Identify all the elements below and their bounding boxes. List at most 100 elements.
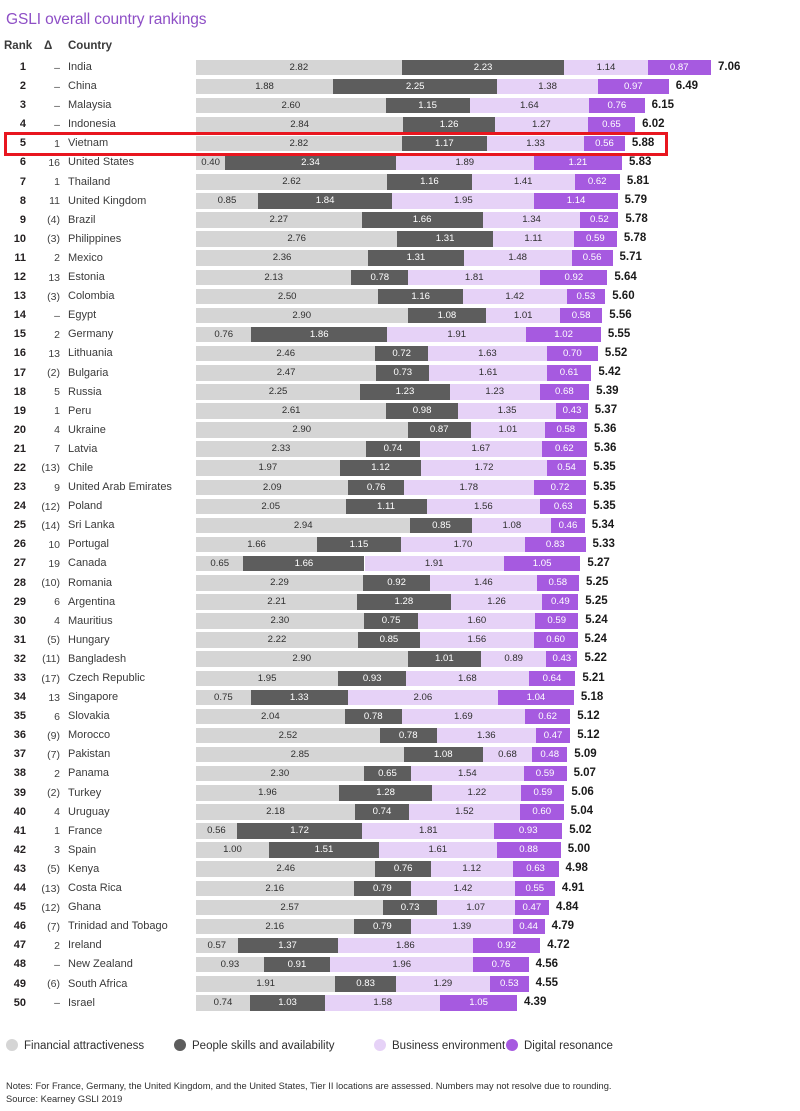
table-row[interactable]: 28 (10) Romania 2.29 0.92 1.46 0.58 5.25 — [0, 574, 800, 593]
bar-segment-value: 1.81 — [418, 825, 438, 837]
table-row[interactable]: 43 (5) Kenya 2.46 0.76 1.12 0.63 4.98 — [0, 860, 800, 879]
bar-segment-people-skills: 1.28 — [338, 785, 433, 801]
stacked-bar: 2.57 0.73 1.07 0.47 — [196, 899, 711, 916]
bar-segment-value: 0.78 — [370, 271, 390, 283]
table-row[interactable]: 25 (14) Sri Lanka 2.94 0.85 1.08 0.46 5.34 — [0, 516, 800, 535]
table-row[interactable]: 17 (2) Bulgaria 2.47 0.73 1.61 0.61 5.42 — [0, 364, 800, 383]
table-row[interactable]: 8 11 United Kingdom 0.85 1.84 1.95 1.14 5.79 — [0, 192, 800, 211]
table-row[interactable]: 16 13 Lithuania 2.46 0.72 1.63 0.70 5.52 — [0, 344, 800, 363]
table-row[interactable]: 39 (2) Turkey 1.96 1.28 1.22 0.59 5.06 — [0, 784, 800, 803]
table-row[interactable]: 45 (12) Ghana 2.57 0.73 1.07 0.47 4.84 — [0, 898, 800, 917]
legend-item-financial[interactable]: Financial attractiveness — [6, 1038, 144, 1054]
table-row[interactable]: 3 – Malaysia 2.60 1.15 1.64 0.76 6.15 — [0, 96, 800, 115]
table-row[interactable]: 42 3 Spain 1.00 1.51 1.61 0.88 5.00 — [0, 841, 800, 860]
table-row[interactable]: 32 (11) Bangladesh 2.90 1.01 0.89 0.43 5.22 — [0, 650, 800, 669]
bar-segment-value: 0.59 — [547, 615, 567, 627]
table-row[interactable]: 7 1 Thailand 2.62 1.16 1.41 0.62 5.81 — [0, 173, 800, 192]
bar-segment-financial-attractiveness: 1.66 — [196, 536, 318, 553]
table-row[interactable]: 24 (12) Poland 2.05 1.11 1.56 0.63 5.35 — [0, 497, 800, 516]
table-row[interactable]: 31 (5) Hungary 2.22 0.85 1.56 0.60 5.24 — [0, 631, 800, 650]
table-row[interactable]: 19 1 Peru 2.61 0.98 1.35 0.43 5.37 — [0, 402, 800, 421]
bar-segment-value: 0.93 — [220, 958, 240, 970]
table-row[interactable]: 18 5 Russia 2.25 1.23 1.23 0.68 5.39 — [0, 383, 800, 402]
bar-segment-value: 1.01 — [498, 424, 518, 436]
table-row[interactable]: 21 7 Latvia 2.33 0.74 1.67 0.62 5.36 — [0, 440, 800, 459]
table-row[interactable]: 36 (9) Morocco 2.52 0.78 1.36 0.47 5.12 — [0, 726, 800, 745]
table-row[interactable]: 40 4 Uruguay 2.18 0.74 1.52 0.60 5.04 — [0, 803, 800, 822]
stacked-bar: 1.91 0.83 1.29 0.53 — [196, 976, 711, 992]
bar-segment-value: 0.47 — [543, 729, 563, 741]
row-total-score: 5.42 — [598, 366, 621, 378]
table-row[interactable]: 5 1 Vietnam 2.82 1.17 1.33 0.56 5.88 — [0, 134, 800, 153]
table-row[interactable]: 11 2 Mexico 2.36 1.31 1.48 0.56 5.71 — [0, 249, 800, 268]
bar-segment-financial-attractiveness: 2.61 — [196, 403, 387, 419]
table-row[interactable]: 29 6 Argentina 2.21 1.28 1.26 0.49 5.25 — [0, 593, 800, 612]
table-row[interactable]: 41 1 France 0.56 1.72 1.81 0.93 5.02 — [0, 822, 800, 841]
stacked-bar: 2.33 0.74 1.67 0.62 — [196, 441, 711, 457]
bar-segment-people-skills: 0.78 — [351, 269, 409, 286]
legend-swatch-digital-icon — [506, 1039, 518, 1051]
bar-segment-people-skills: 1.26 — [403, 116, 496, 133]
table-row[interactable]: 20 4 Ukraine 2.90 0.87 1.01 0.58 5.36 — [0, 421, 800, 440]
legend-item-digital[interactable]: Digital resonance — [506, 1038, 613, 1054]
table-row[interactable]: 26 10 Portugal 1.66 1.15 1.70 0.83 5.33 — [0, 535, 800, 554]
row-total-score: 5.64 — [614, 270, 637, 283]
table-row[interactable]: 15 2 Germany 0.76 1.86 1.91 1.02 5.55 — [0, 325, 800, 344]
table-row[interactable]: 6 16 United States 0.40 2.34 1.89 1.21 5.83 — [0, 153, 800, 172]
table-row[interactable]: 49 (6) South Africa 1.91 0.83 1.29 0.53 4.55 — [0, 975, 800, 994]
table-row[interactable]: 47 2 Ireland 0.57 1.37 1.86 0.92 4.72 — [0, 936, 800, 955]
table-row[interactable]: 44 (13) Costa Rica 2.16 0.79 1.42 0.55 4.91 — [0, 879, 800, 898]
table-row[interactable]: 23 9 United Arab Emirates 2.09 0.76 1.78 0.72 5… — [0, 478, 800, 497]
table-row[interactable]: 9 (4) Brazil 2.27 1.66 1.34 0.52 5.78 — [0, 211, 800, 230]
table-row[interactable]: 4 – Indonesia 2.84 1.26 1.27 0.65 6.02 — [0, 115, 800, 134]
bar-segment-value: 1.08 — [437, 309, 457, 321]
table-row[interactable]: 37 (7) Pakistan 2.85 1.08 0.68 0.48 5.09 — [0, 745, 800, 764]
bar-segment-digital-resonance: 0.44 — [512, 918, 545, 935]
table-row[interactable]: 14 – Egypt 2.90 1.08 1.01 0.58 5.56 — [0, 306, 800, 325]
row-rank: 28 — [13, 576, 26, 589]
table-row[interactable]: 50 – Israel 0.74 1.03 1.58 1.05 4.39 — [0, 994, 800, 1013]
table-row[interactable]: 34 13 Singapore 0.75 1.33 2.06 1.04 5.18 — [0, 688, 800, 707]
table-row[interactable]: 2 – China 1.88 2.25 1.38 0.97 6.49 — [0, 77, 800, 96]
bar-segment-business-environment: 1.91 — [387, 326, 527, 343]
bar-segment-people-skills: 0.91 — [263, 956, 331, 973]
table-row[interactable]: 22 (13) Chile 1.97 1.12 1.72 0.54 5.35 — [0, 459, 800, 478]
stacked-bar: 2.82 2.23 1.14 0.87 — [196, 59, 711, 75]
table-row[interactable]: 35 6 Slovakia 2.04 0.78 1.69 0.62 5.12 — [0, 707, 800, 726]
bar-segment-value: 0.60 — [546, 634, 565, 646]
bar-segment-value: 2.82 — [289, 61, 309, 73]
legend-item-business[interactable]: Business environment — [374, 1038, 505, 1054]
column-header-country: Country — [68, 40, 113, 52]
bar-segment-people-skills: 0.74 — [365, 441, 420, 457]
bar-segment-financial-attractiveness: 2.60 — [196, 97, 386, 114]
row-total-score: 5.33 — [592, 537, 615, 550]
table-row[interactable]: 13 (3) Colombia 2.50 1.16 1.42 0.53 5.60 — [0, 287, 800, 306]
bar-segment-value: 2.23 — [473, 61, 493, 73]
row-delta: 11 — [49, 195, 60, 208]
row-rank: 46 — [13, 920, 26, 933]
table-row[interactable]: 27 19 Canada 0.65 1.66 1.91 1.05 5.27 — [0, 554, 800, 573]
row-delta: 2 — [54, 767, 60, 780]
bar-segment-value: 0.47 — [522, 901, 542, 913]
row-rank: 15 — [13, 328, 26, 341]
table-row[interactable]: 12 13 Estonia 2.13 0.78 1.81 0.92 5.64 — [0, 268, 800, 287]
bar-segment-digital-resonance: 0.53 — [566, 288, 606, 305]
bar-segment-value: 0.56 — [582, 252, 602, 264]
bar-segment-business-environment: 1.86 — [337, 937, 474, 954]
legend-item-people[interactable]: People skills and availability — [174, 1038, 335, 1054]
row-rank: 11 — [14, 251, 26, 264]
bar-segment-business-environment: 1.56 — [419, 632, 534, 648]
table-row[interactable]: 48 – New Zealand 0.93 0.91 1.96 0.76 4.56 — [0, 955, 800, 974]
table-row[interactable]: 10 (3) Philippines 2.76 1.31 1.11 0.59 5.78 — [0, 230, 800, 249]
row-total-score: 5.60 — [612, 289, 635, 302]
table-row[interactable]: 1 – India 2.82 2.23 1.14 0.87 7.06 — [0, 58, 800, 77]
table-row[interactable]: 30 4 Mauritius 2.30 0.75 1.60 0.59 5.24 — [0, 612, 800, 631]
row-delta: (12) — [41, 901, 60, 914]
bar-segment-value: 1.28 — [394, 596, 414, 608]
table-row[interactable]: 38 2 Panama 2.30 0.65 1.54 0.59 5.07 — [0, 764, 800, 783]
table-row[interactable]: 33 (17) Czech Republic 1.95 0.93 1.68 0.64 5.21 — [0, 669, 800, 688]
row-rank: 2 — [19, 80, 26, 93]
row-delta: 13 — [48, 271, 60, 284]
table-row[interactable]: 46 (7) Trinidad and Tobago 2.16 0.79 1.39 0.44… — [0, 917, 800, 936]
row-delta: 1 — [54, 176, 60, 189]
